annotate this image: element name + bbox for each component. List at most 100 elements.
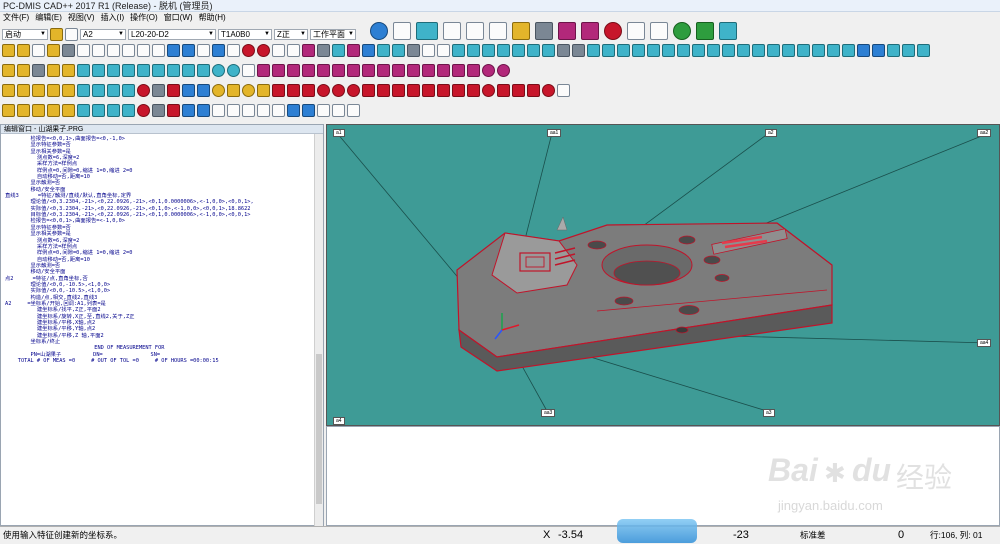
shape26-icon[interactable] bbox=[827, 44, 840, 57]
print-icon[interactable] bbox=[317, 104, 330, 117]
shape-icon[interactable] bbox=[452, 44, 465, 57]
shape5-icon[interactable] bbox=[512, 44, 525, 57]
plane6-icon[interactable] bbox=[122, 64, 135, 77]
globe-icon[interactable] bbox=[370, 22, 388, 40]
axis2-icon[interactable] bbox=[17, 84, 30, 97]
code-line[interactable]: TOTAL # OF MEAS =0 # OUT OF TOL =0 # OF … bbox=[5, 358, 319, 364]
ball-icon[interactable] bbox=[257, 44, 270, 57]
tool2-icon[interactable] bbox=[317, 44, 330, 57]
tilde-icon[interactable] bbox=[527, 84, 540, 97]
record2-icon[interactable] bbox=[137, 104, 150, 117]
mode-select[interactable]: 启动 bbox=[2, 29, 48, 40]
help-icon[interactable] bbox=[242, 64, 255, 77]
menu-operation[interactable]: 操作(O) bbox=[127, 13, 161, 22]
shape14-icon[interactable] bbox=[647, 44, 660, 57]
line-icon[interactable] bbox=[377, 84, 390, 97]
tools2-icon[interactable] bbox=[152, 104, 165, 117]
check4-icon[interactable] bbox=[92, 104, 105, 117]
mplane8-icon[interactable] bbox=[362, 64, 375, 77]
axis4-icon[interactable] bbox=[47, 84, 60, 97]
grid-red-icon[interactable] bbox=[272, 84, 285, 97]
window2-icon[interactable] bbox=[347, 104, 360, 117]
clock-icon[interactable] bbox=[212, 84, 225, 97]
graph2-icon[interactable] bbox=[17, 104, 30, 117]
axis-icon[interactable] bbox=[2, 84, 15, 97]
shape17-icon[interactable] bbox=[692, 44, 705, 57]
shield3-icon[interactable] bbox=[167, 64, 180, 77]
check5-icon[interactable] bbox=[107, 104, 120, 117]
probe3-icon[interactable] bbox=[47, 64, 60, 77]
copy-icon[interactable] bbox=[650, 22, 668, 40]
graph5-icon[interactable] bbox=[62, 104, 75, 117]
window-icon[interactable] bbox=[332, 104, 345, 117]
base-icon[interactable] bbox=[392, 84, 405, 97]
camera-icon[interactable] bbox=[392, 44, 405, 57]
shape32-icon[interactable] bbox=[917, 44, 930, 57]
paste-icon[interactable] bbox=[242, 104, 255, 117]
arc-icon[interactable] bbox=[604, 22, 622, 40]
shape10-icon[interactable] bbox=[587, 44, 600, 57]
shape27-icon[interactable] bbox=[842, 44, 855, 57]
shape22-icon[interactable] bbox=[767, 44, 780, 57]
arc-red2-icon[interactable] bbox=[497, 84, 510, 97]
circle-red3-icon[interactable] bbox=[347, 84, 360, 97]
mplane3-icon[interactable] bbox=[287, 64, 300, 77]
shape16-icon[interactable] bbox=[677, 44, 690, 57]
drop2-icon[interactable] bbox=[197, 64, 210, 77]
probe-icon[interactable] bbox=[489, 22, 507, 40]
probe-tool-icon[interactable] bbox=[2, 64, 15, 77]
cube2-icon[interactable] bbox=[362, 44, 375, 57]
view-select-icon[interactable] bbox=[416, 22, 438, 40]
program-code[interactable]: 检报告=<0,0,1>,曲面报告=<0,-1,0> 显示特征参数=否 显示相关参… bbox=[1, 134, 323, 514]
shape31-icon[interactable] bbox=[902, 44, 915, 57]
plane4-icon[interactable] bbox=[92, 64, 105, 77]
rect2-icon[interactable] bbox=[182, 104, 195, 117]
probe2-icon[interactable] bbox=[332, 44, 345, 57]
shape24-icon[interactable] bbox=[797, 44, 810, 57]
cad-viewport[interactable] bbox=[327, 125, 1000, 427]
probe4-icon[interactable] bbox=[62, 64, 75, 77]
square-icon[interactable] bbox=[302, 84, 315, 97]
shape19-icon[interactable] bbox=[722, 44, 735, 57]
menu-window[interactable]: 窗口(W) bbox=[161, 13, 196, 22]
shape21-icon[interactable] bbox=[752, 44, 765, 57]
tools-icon[interactable] bbox=[152, 84, 165, 97]
layer-icon[interactable] bbox=[257, 84, 270, 97]
mplane13-icon[interactable] bbox=[437, 64, 450, 77]
record-icon[interactable] bbox=[137, 84, 150, 97]
axis3-icon[interactable] bbox=[32, 84, 45, 97]
work-plane-select[interactable]: 工作平面 bbox=[310, 29, 356, 40]
wave-icon[interactable] bbox=[467, 84, 480, 97]
page-icon[interactable] bbox=[137, 44, 150, 57]
menu-help[interactable]: 帮助(H) bbox=[196, 13, 229, 22]
play2-icon[interactable] bbox=[77, 104, 90, 117]
view-icon[interactable] bbox=[167, 44, 180, 57]
mplane5-icon[interactable] bbox=[317, 64, 330, 77]
menu-edit[interactable]: 编辑(E) bbox=[32, 13, 65, 22]
shape23-icon[interactable] bbox=[782, 44, 795, 57]
mplane-icon[interactable] bbox=[257, 64, 270, 77]
cyl-icon[interactable] bbox=[377, 44, 390, 57]
axis5-icon[interactable] bbox=[62, 84, 75, 97]
probe-mode-icon[interactable] bbox=[512, 22, 530, 40]
shield-icon[interactable] bbox=[137, 64, 150, 77]
arc-red-icon[interactable] bbox=[482, 84, 495, 97]
wrench-icon[interactable] bbox=[62, 44, 75, 57]
mplane10-icon[interactable] bbox=[392, 64, 405, 77]
settings-icon[interactable] bbox=[437, 44, 450, 57]
shape15-icon[interactable] bbox=[662, 44, 675, 57]
grid3-icon[interactable] bbox=[152, 44, 165, 57]
mplane4-icon[interactable] bbox=[302, 64, 315, 77]
part-model[interactable] bbox=[456, 216, 833, 372]
angle-icon[interactable] bbox=[512, 84, 525, 97]
shape8-icon[interactable] bbox=[557, 44, 570, 57]
perp-icon[interactable] bbox=[407, 84, 420, 97]
msphere-icon[interactable] bbox=[482, 64, 495, 77]
drop-icon[interactable] bbox=[182, 64, 195, 77]
arrow-right-icon[interactable] bbox=[167, 84, 180, 97]
shield2-icon[interactable] bbox=[152, 64, 165, 77]
surface-icon[interactable] bbox=[558, 22, 576, 40]
tip-name-select[interactable]: T1A0B0 bbox=[218, 29, 272, 40]
menu-view[interactable]: 视图(V) bbox=[65, 13, 98, 22]
shape4-icon[interactable] bbox=[497, 44, 510, 57]
